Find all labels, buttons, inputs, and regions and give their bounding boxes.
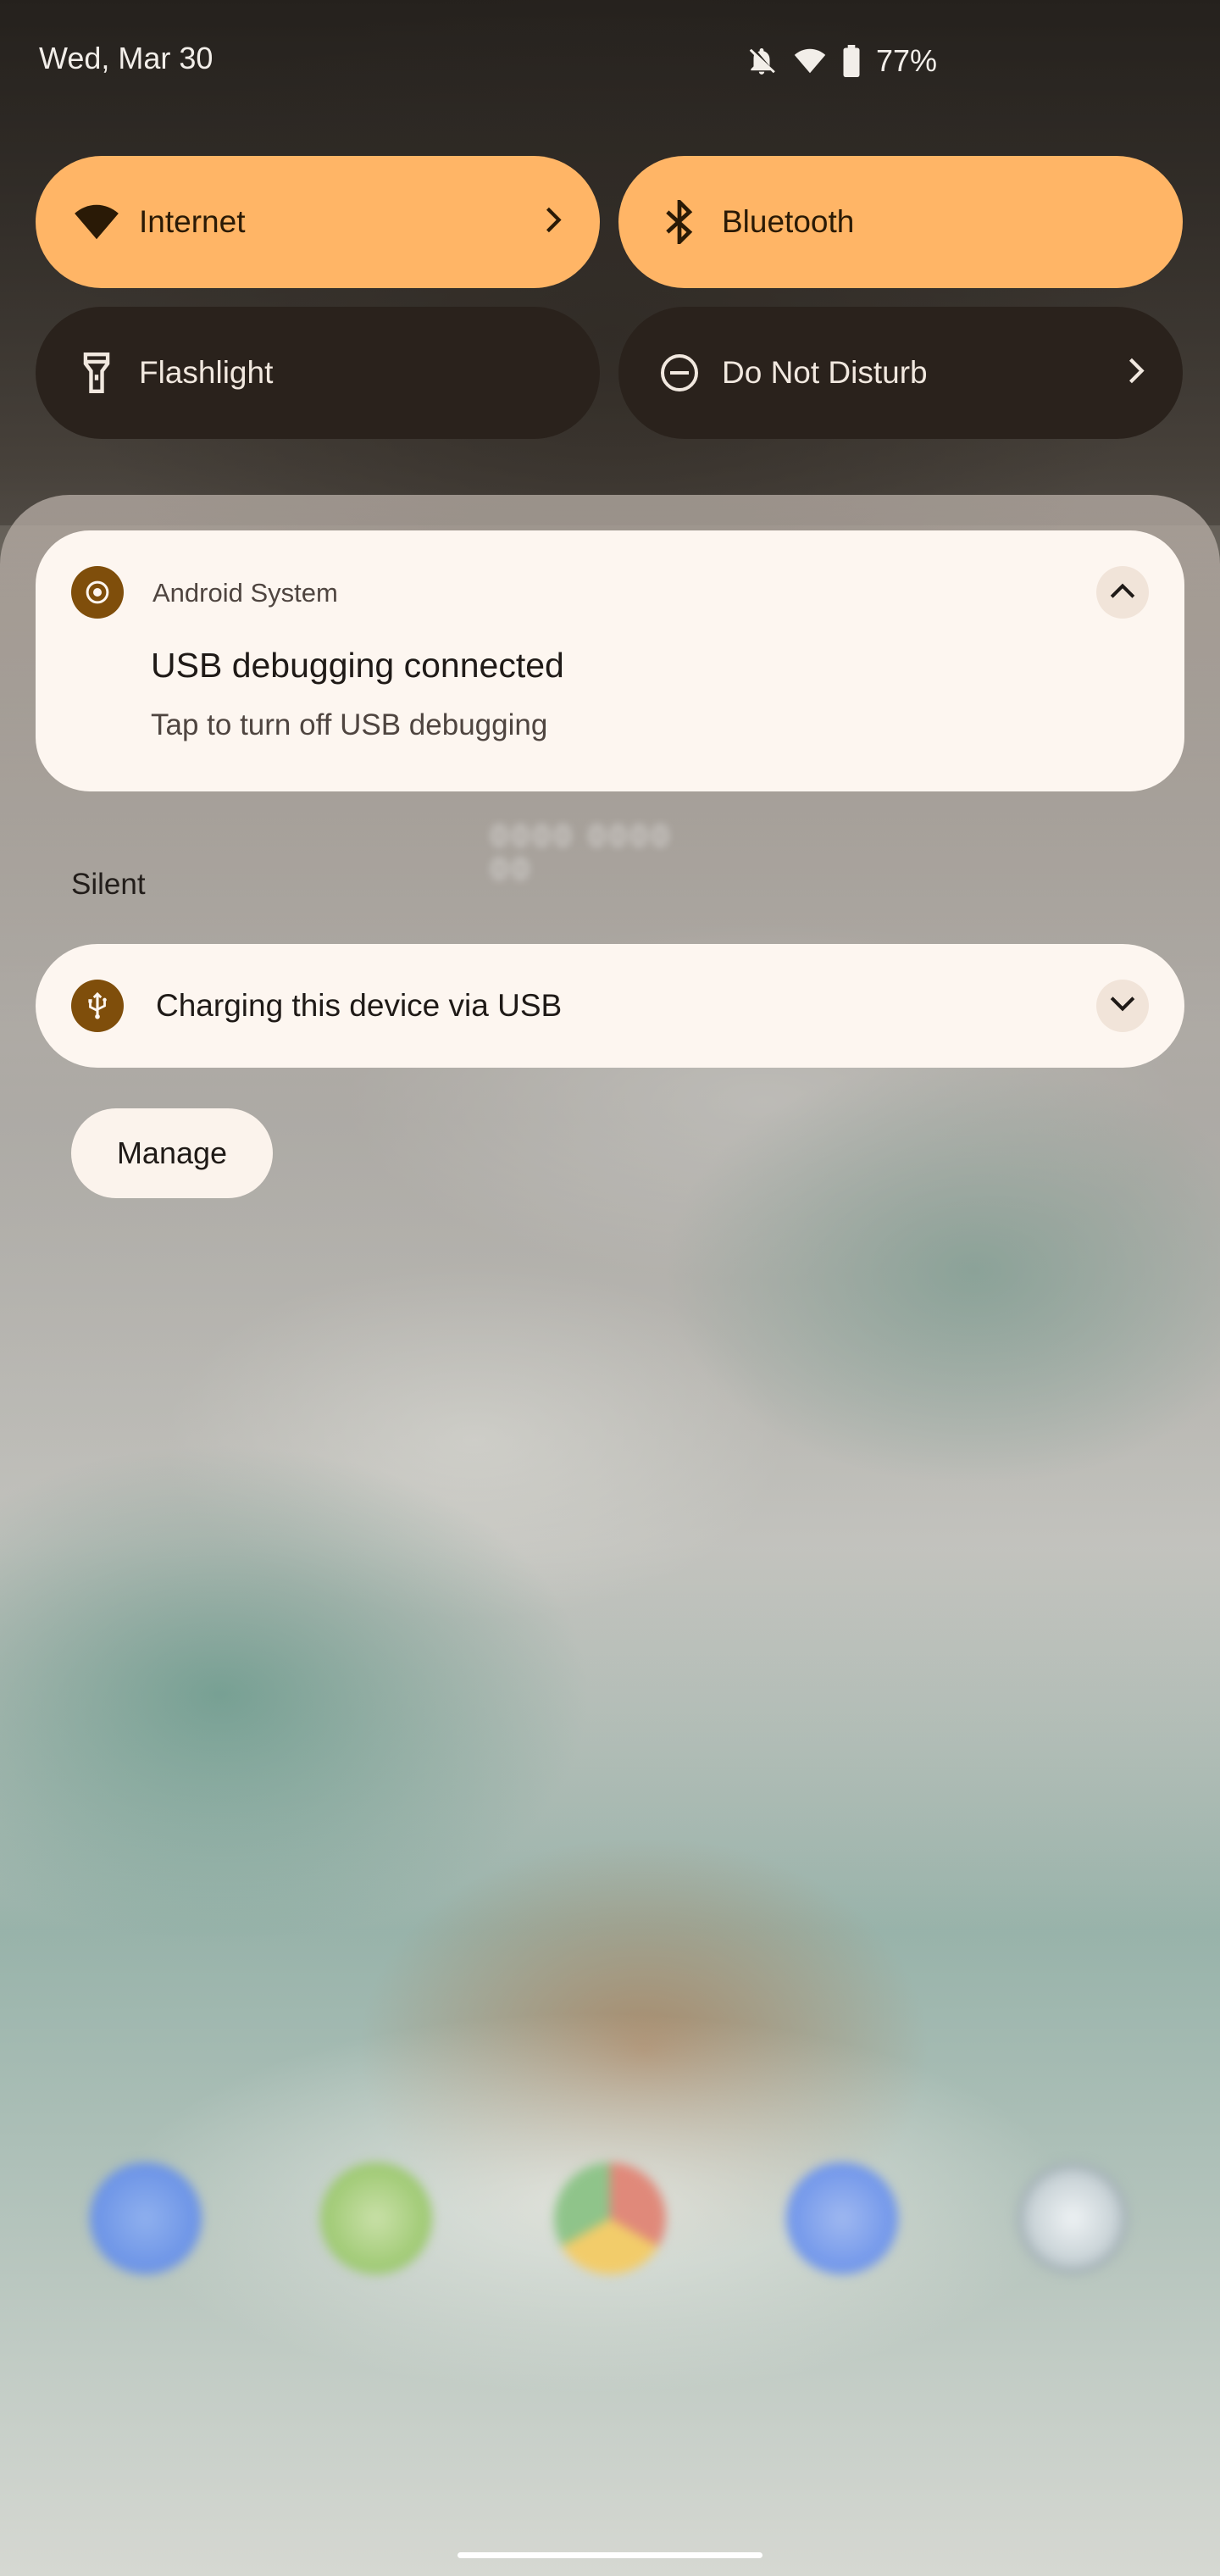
notification-charging[interactable]: Charging this device via USB [36, 944, 1184, 1068]
tile-do-not-disturb[interactable]: Do Not Disturb [618, 307, 1183, 439]
tile-bluetooth-label: Bluetooth [722, 204, 855, 239]
section-header-silent: Silent [71, 868, 146, 901]
chevron-up-icon [1108, 581, 1137, 604]
manage-button[interactable]: Manage [71, 1108, 273, 1198]
notification-text: Tap to turn off USB debugging [151, 708, 548, 741]
phone-icon [90, 2162, 202, 2274]
wifi-icon [73, 198, 120, 246]
do-not-disturb-icon [656, 349, 703, 397]
camera-icon [1017, 2162, 1128, 2274]
messages-icon [320, 2162, 432, 2274]
chrome-icon [554, 2162, 666, 2274]
chevron-down-icon [1108, 995, 1137, 1018]
tile-internet-label: Internet [139, 204, 246, 239]
tile-internet[interactable]: Internet [36, 156, 600, 288]
usb-icon [71, 980, 124, 1032]
bluetooth-icon [656, 198, 703, 246]
notifications-off-icon [746, 45, 778, 77]
tile-flashlight[interactable]: Flashlight [36, 307, 600, 439]
faded-clock: 0000 0000 00 [491, 820, 674, 886]
wifi-icon [793, 45, 827, 77]
tile-do-not-disturb-label: Do Not Disturb [722, 355, 928, 390]
collapse-button[interactable] [1096, 566, 1149, 619]
notification-title: Charging this device via USB [156, 988, 563, 1023]
notification-title: USB debugging connected [151, 646, 564, 685]
status-date: Wed, Mar 30 [39, 41, 214, 75]
expand-button[interactable] [1096, 980, 1149, 1032]
tile-bluetooth[interactable]: Bluetooth [618, 156, 1183, 288]
android-system-icon [71, 566, 124, 619]
maps-icon [786, 2162, 898, 2274]
notification-usb-debugging[interactable]: Android System USB debugging connected T… [36, 530, 1184, 791]
home-indicator[interactable] [458, 2552, 762, 2558]
chevron-right-icon [1127, 357, 1147, 390]
tile-flashlight-label: Flashlight [139, 355, 274, 390]
battery-percentage: 77% [876, 43, 938, 78]
status-icons: 77% [746, 41, 937, 81]
flashlight-icon [73, 349, 120, 397]
notification-app-name: Android System [152, 578, 338, 608]
chevron-right-icon [544, 206, 564, 239]
battery-icon [842, 45, 861, 77]
